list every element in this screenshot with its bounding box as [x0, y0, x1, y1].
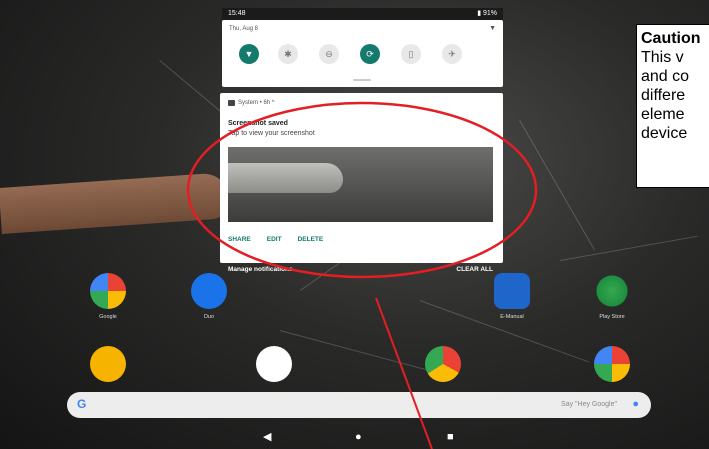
clear-all-button[interactable]: CLEAR ALL: [456, 266, 493, 273]
qs-date: Thu, Aug 8: [229, 26, 259, 32]
caution-line: device: [641, 125, 688, 142]
caution-line: and co: [641, 68, 690, 85]
wifi-signal-icon: ▼: [489, 25, 496, 32]
status-bar: 15:48 ▮ 91%: [222, 8, 503, 20]
navigation-bar: ◀ ● ■: [0, 425, 709, 449]
wifi-icon[interactable]: ▼: [239, 44, 259, 64]
caution-line: eleme: [641, 106, 685, 123]
duo-app-icon[interactable]: [191, 273, 227, 309]
notification-subtitle: Tap to view your screenshot: [228, 130, 315, 137]
recents-button[interactable]: ■: [447, 430, 454, 444]
camera-app-icon[interactable]: [90, 346, 126, 382]
battery-level: ▮ 91%: [477, 10, 497, 17]
google-search-bar[interactable]: G Say "Hey Google" ●: [67, 392, 651, 418]
delete-button[interactable]: DELETE: [298, 236, 324, 243]
do-not-disturb-icon[interactable]: ⊖: [319, 44, 339, 64]
search-hint: Say "Hey Google": [561, 401, 617, 408]
edit-button[interactable]: EDIT: [267, 236, 282, 243]
chrome-app-icon[interactable]: [425, 346, 461, 382]
wallpaper-arm: [0, 172, 232, 234]
photos-app-icon[interactable]: [594, 346, 630, 382]
airplane-mode-icon[interactable]: ✈: [442, 44, 462, 64]
play-store-app-label: Play Store: [599, 314, 625, 320]
image-icon: [228, 100, 235, 106]
screenshot-stage: { "status_bar": {"time": "15:48", "batte…: [0, 0, 709, 449]
notification-header: System • 6h ^: [228, 100, 275, 106]
gmail-app-icon[interactable]: [256, 346, 292, 382]
notification-actions: SHARE EDIT DELETE: [228, 236, 323, 243]
manage-notifications-button[interactable]: Manage notifications: [228, 266, 293, 273]
screenshot-thumbnail[interactable]: [228, 147, 493, 222]
microphone-icon[interactable]: ●: [632, 398, 639, 410]
play-store-app-icon[interactable]: [594, 273, 630, 309]
caution-callout: Caution This v and co differe eleme devi…: [636, 24, 709, 188]
thumbnail-fist: [228, 163, 343, 193]
duo-app-label: Duo: [203, 314, 215, 320]
google-app-icon[interactable]: [90, 273, 126, 309]
share-button[interactable]: SHARE: [228, 236, 251, 243]
home-button[interactable]: ●: [355, 430, 362, 444]
screenshot-notification[interactable]: System • 6h ^ Screenshot saved Tap to vi…: [220, 93, 503, 263]
notification-title: Screenshot saved: [228, 120, 288, 127]
google-g-logo: G: [77, 397, 87, 411]
caution-title: Caution: [641, 30, 701, 47]
e-manual-app-icon[interactable]: [494, 273, 530, 309]
google-app-label: Google: [99, 314, 117, 320]
caution-line: differe: [641, 87, 686, 104]
back-button[interactable]: ◀: [263, 430, 271, 444]
qs-expand-handle[interactable]: [353, 79, 371, 81]
notification-app-label: System • 6h ^: [238, 100, 275, 106]
quick-settings-panel: Thu, Aug 8 ▼ ▼ ✱ ⊖ ⟳ ▯ ✈: [222, 20, 503, 87]
caution-line: This v: [641, 49, 684, 66]
battery-percent: 91%: [482, 10, 497, 17]
auto-rotate-icon[interactable]: ⟳: [360, 44, 380, 64]
e-manual-app-label: E-Manual: [500, 314, 524, 320]
flashlight-icon[interactable]: ▯: [401, 44, 421, 64]
status-time: 15:48: [228, 10, 246, 17]
bluetooth-icon[interactable]: ✱: [278, 44, 298, 64]
